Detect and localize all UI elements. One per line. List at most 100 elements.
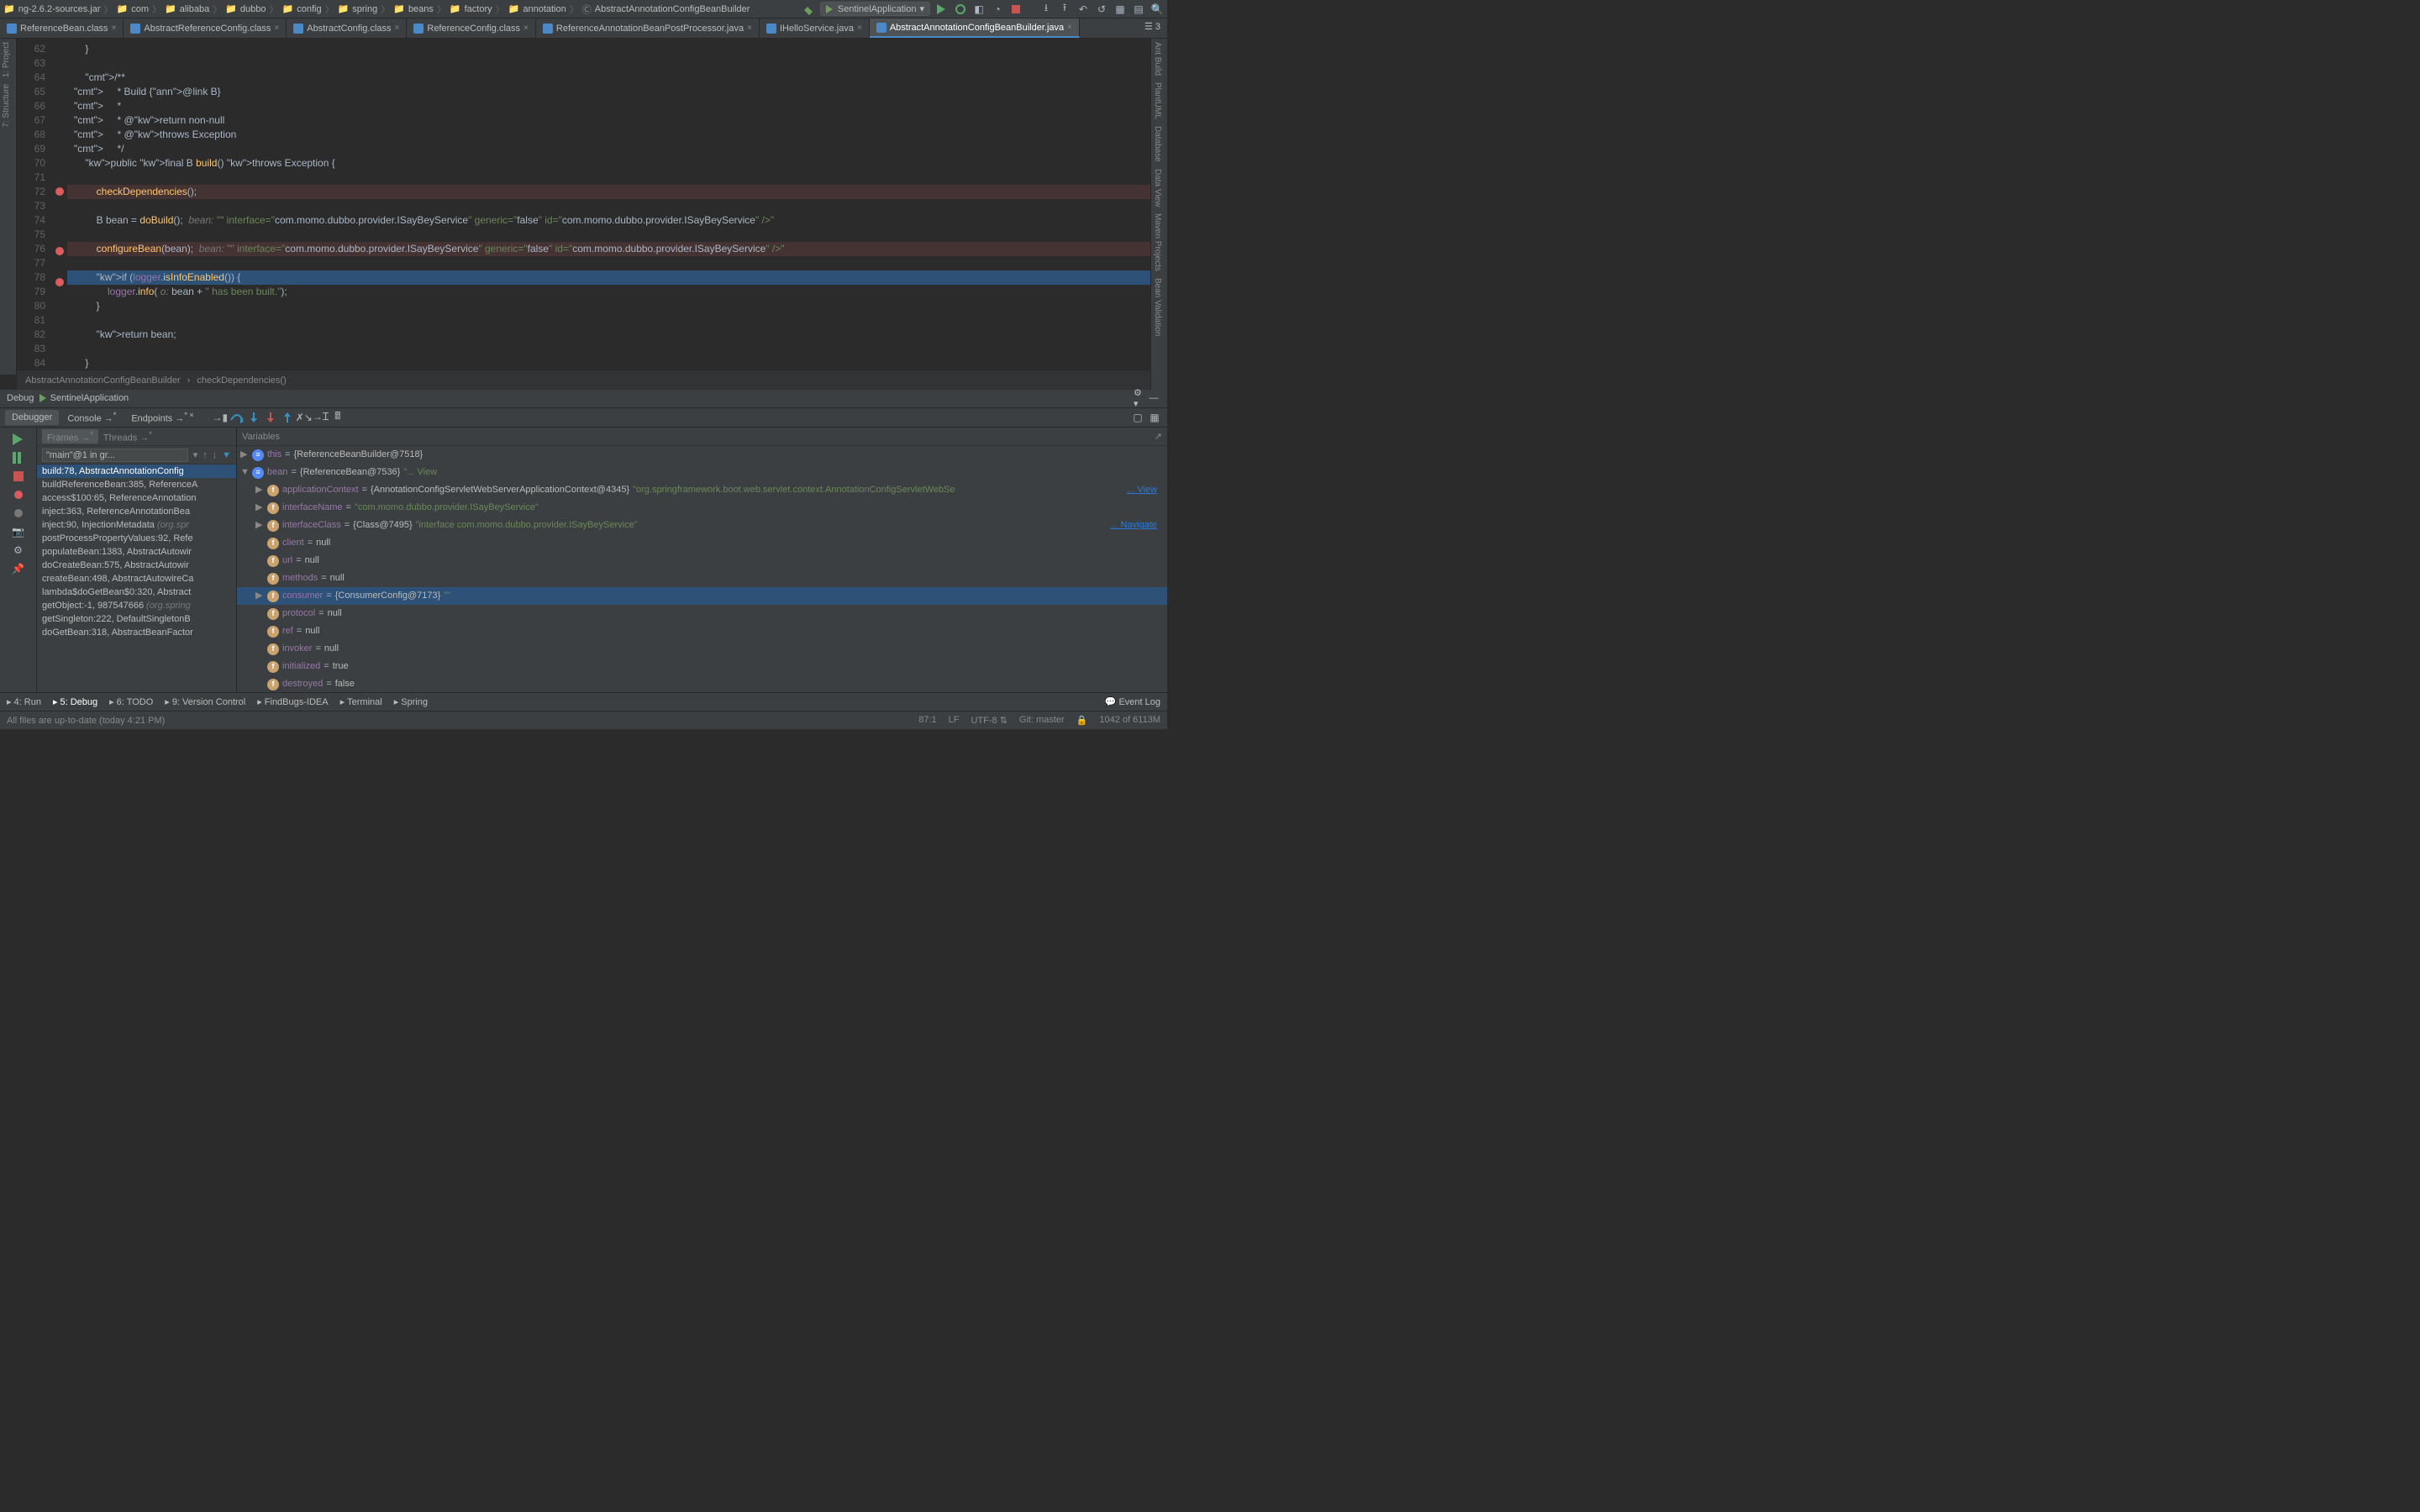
stack-frame[interactable]: createBean:498, AbstractAutowireCa — [37, 572, 236, 585]
stack-frame[interactable]: doCreateBean:575, AbstractAutowir — [37, 559, 236, 572]
gutter-icons[interactable] — [52, 39, 67, 381]
variable-row[interactable]: ▼≡ bean = {ReferenceBean@7536} "... View — [237, 464, 1167, 481]
thread-dropdown-icon[interactable]: ▾ — [193, 449, 198, 460]
variable-row[interactable]: ▶f consumer = {ConsumerConfig@7173} "" — [237, 587, 1167, 605]
close-icon[interactable]: × — [1067, 23, 1072, 32]
tool-window-tab[interactable]: ▸9: Version Control — [165, 696, 245, 707]
editor-tab[interactable]: ReferenceBean.class× — [0, 18, 124, 38]
force-step-into-icon[interactable] — [263, 410, 278, 425]
memory-indicator[interactable]: 1042 of 6113M — [1099, 715, 1160, 726]
right-tool-plantuml[interactable]: PlantUML — [1151, 79, 1164, 123]
variables-list[interactable]: ▶≡ this = {ReferenceBeanBuilder@7518}▼≡ … — [237, 446, 1167, 711]
show-exec-point-icon[interactable]: →▮ — [213, 410, 228, 425]
stack-frame[interactable]: populateBean:1383, AbstractAutowir — [37, 545, 236, 559]
resume-icon[interactable] — [10, 449, 27, 466]
left-tool-structure[interactable]: 7: Structure — [0, 81, 13, 131]
variable-row[interactable]: f ref = null — [237, 622, 1167, 640]
stack-frame[interactable]: getObject:-1, 987547666 (org.spring — [37, 599, 236, 612]
step-into-icon[interactable] — [246, 410, 261, 425]
close-icon[interactable]: × — [747, 24, 752, 33]
right-tool-database[interactable]: Database — [1151, 123, 1164, 165]
view-breakpoints-icon[interactable] — [10, 486, 27, 503]
hammer-icon[interactable] — [802, 3, 815, 16]
left-tool-project[interactable]: 1: Project — [0, 39, 13, 81]
stack-frame[interactable]: buildReferenceBean:385, ReferenceA — [37, 478, 236, 491]
rerun-icon[interactable] — [10, 431, 27, 448]
editor-tab[interactable]: AbstractReferenceConfig.class× — [124, 18, 287, 38]
frames-tab[interactable]: Frames →* — [42, 429, 98, 444]
run-config-selector[interactable]: SentinelApplication ▾ — [820, 2, 930, 16]
tool-window-tab[interactable]: ▸Terminal — [340, 696, 382, 707]
editor-tab[interactable]: AbstractAnnotationConfigBeanBuilder.java… — [870, 18, 1080, 38]
close-icon[interactable]: × — [523, 24, 529, 33]
stack-frame[interactable]: getSingleton:222, DefaultSingletonB — [37, 612, 236, 626]
editor-tab[interactable]: ReferenceAnnotationBeanPostProcessor.jav… — [536, 18, 760, 38]
tool-window-tab[interactable]: ▸FindBugs-IDEA — [257, 696, 328, 707]
debugger-tab[interactable]: Debugger — [5, 410, 59, 425]
variable-row[interactable]: ▶f interfaceName = "com.momo.dubbo.provi… — [237, 499, 1167, 517]
evaluate-icon[interactable]: 🖩 — [330, 410, 345, 425]
coverage-icon[interactable]: ◧ — [972, 3, 986, 16]
right-tool-antbuild[interactable]: Ant Build — [1151, 39, 1164, 79]
right-tool-beanvalidation[interactable]: Bean Validation — [1151, 275, 1164, 339]
right-tool-mavenprojects[interactable]: Maven Projects — [1151, 210, 1164, 275]
breakpoint-icon[interactable] — [55, 278, 64, 286]
filter-frames-icon[interactable]: ▼ — [222, 450, 231, 460]
tool-window-tab[interactable]: ▸Spring — [394, 696, 428, 707]
hidden-tabs-badge[interactable]: ☰ 3 — [1138, 18, 1167, 38]
editor-tab[interactable]: AbstractConfig.class× — [287, 18, 407, 38]
stack-frame[interactable]: inject:90, InjectionMetadata (org.spr — [37, 518, 236, 532]
variable-row[interactable]: ▶f interfaceClass = {Class@7495} "interf… — [237, 517, 1167, 534]
close-icon[interactable]: × — [857, 24, 862, 33]
variable-row[interactable]: ▶f applicationContext = {AnnotationConfi… — [237, 481, 1167, 499]
code-area[interactable]: } "cmt">/**"cmt"> * Build {"ann">@link B… — [67, 39, 1150, 381]
close-icon[interactable]: × — [274, 24, 279, 33]
lock-icon[interactable]: 🔒 — [1076, 715, 1088, 726]
vcs-revert-icon[interactable]: ↺ — [1095, 3, 1108, 16]
profile-icon[interactable]: ◔ — [991, 3, 1004, 16]
variable-row[interactable]: f protocol = null — [237, 605, 1167, 622]
encoding[interactable]: UTF-8 ⇅ — [971, 715, 1007, 726]
settings-icon[interactable]: ▦ — [1113, 3, 1127, 16]
settings-icon[interactable]: ⚙ — [10, 542, 27, 559]
editor-tab[interactable]: ReferenceConfig.class× — [407, 18, 536, 38]
breakpoint-icon[interactable] — [55, 247, 64, 255]
stop-icon[interactable] — [1009, 3, 1023, 16]
watches-toggle-icon[interactable]: ▢ — [1130, 410, 1145, 425]
close-icon[interactable]: × — [395, 24, 400, 33]
mute-breakpoints-icon[interactable] — [10, 505, 27, 522]
new-watch-icon[interactable]: ↗ — [1155, 431, 1162, 442]
stack-frame[interactable]: inject:363, ReferenceAnnotationBea — [37, 505, 236, 518]
variable-row[interactable]: f destroyed = false — [237, 675, 1167, 693]
next-frame-icon[interactable]: ↓ — [213, 450, 218, 460]
stack-frame[interactable]: build:78, AbstractAnnotationConfig — [37, 465, 236, 478]
get-thread-dump-icon[interactable]: 📷 — [10, 523, 27, 540]
frames-list[interactable]: build:78, AbstractAnnotationConfigbuildR… — [37, 465, 236, 711]
debug-icon[interactable] — [954, 3, 967, 16]
run-icon[interactable] — [935, 3, 949, 16]
run-to-cursor-icon[interactable]: →Ꮖ — [313, 410, 329, 425]
debug-settings-icon[interactable]: ⚙ ▾ — [1134, 391, 1147, 405]
thread-selector[interactable]: "main"@1 in gr... — [42, 449, 188, 462]
tool-window-tab[interactable]: ▸6: TODO — [109, 696, 153, 707]
stack-frame[interactable]: postProcessPropertyValues:92, Refe — [37, 532, 236, 545]
editor[interactable]: 6263646566676869707172737475767778798081… — [17, 39, 1150, 381]
breakpoint-icon[interactable] — [55, 187, 64, 196]
threads-tab[interactable]: Threads →* — [103, 430, 152, 444]
line-ending[interactable]: LF — [949, 715, 960, 726]
variable-row[interactable]: f invoker = null — [237, 640, 1167, 658]
step-over-icon[interactable] — [229, 410, 245, 425]
drop-frame-icon[interactable]: ✗↘ — [297, 410, 312, 425]
editor-tab[interactable]: IHelloService.java× — [760, 18, 870, 38]
step-out-icon[interactable] — [280, 410, 295, 425]
tool-window-tab[interactable]: ▸5: Debug — [53, 696, 97, 707]
vcs-commit-icon[interactable]: ⭱ — [1058, 3, 1071, 16]
project-structure-icon[interactable]: ▤ — [1132, 3, 1145, 16]
endpoints-tab[interactable]: Endpoints →* × — [124, 408, 200, 427]
caret-position[interactable]: 87:1 — [918, 715, 936, 726]
variable-row[interactable]: f methods = null — [237, 570, 1167, 587]
prev-frame-icon[interactable]: ↑ — [203, 450, 208, 460]
right-tool-dataview[interactable]: Data View — [1151, 165, 1164, 210]
variable-row[interactable]: f initialized = true — [237, 658, 1167, 675]
pin-icon[interactable]: 📌 — [10, 560, 27, 577]
